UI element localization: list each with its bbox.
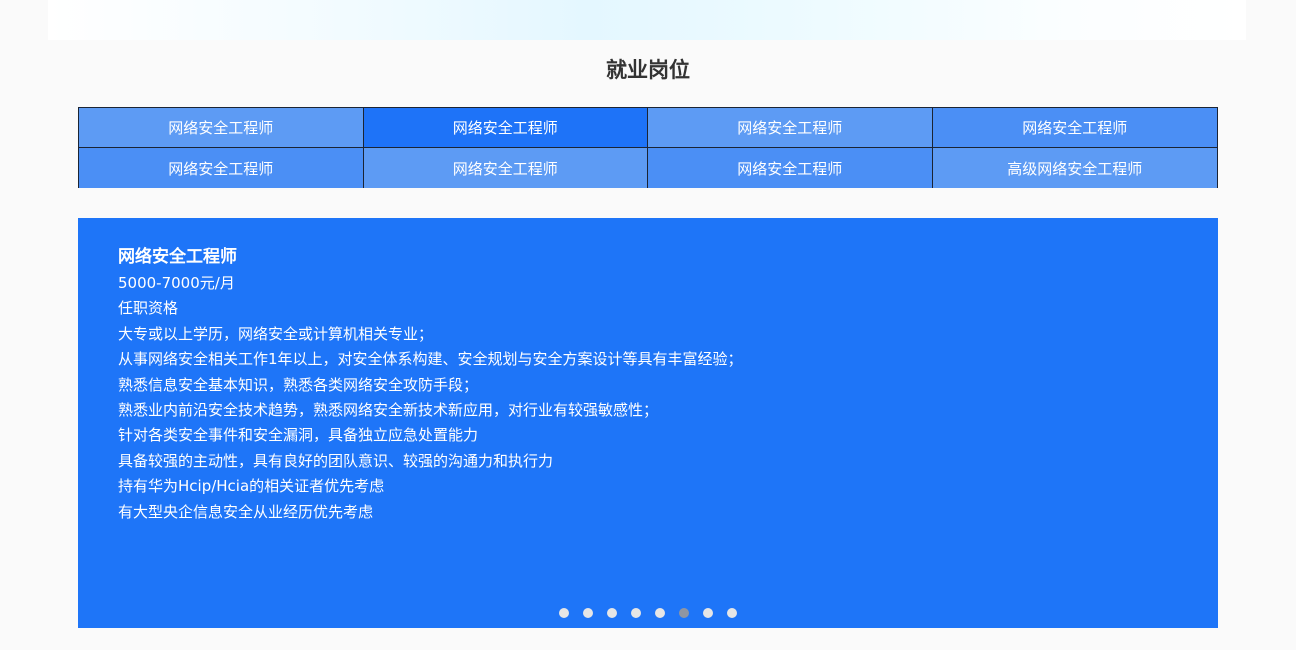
job-tab[interactable]: 网络安全工程师 [79,108,364,148]
job-tab-label: 网络安全工程师 [168,119,274,137]
job-tab-label: 网络安全工程师 [452,159,558,178]
carousel-dots [78,608,1218,618]
requirements-heading: 任职资格 [118,299,179,318]
carousel-dot[interactable] [559,608,569,618]
job-tab[interactable]: 网络安全工程师 [363,108,648,148]
job-tab[interactable]: 网络安全工程师 [648,148,933,188]
requirement-item: 从事网络安全相关工作1年以上，对安全体系构建、安全规划与安全方案设计等具有丰富经… [118,350,743,369]
job-salary: 5000-7000元/月 [118,274,235,292]
job-tab-label: 网络安全工程师 [168,159,274,178]
job-tab-label: 网络安全工程师 [1022,119,1128,137]
job-title: 网络安全工程师 [118,247,237,267]
job-tab-label: 网络安全工程师 [737,119,843,137]
job-tab[interactable]: 网络安全工程师 [932,108,1217,148]
job-detail-panel: 网络安全工程师 5000-7000元/月 任职资格 大专或以上学历，网络安全或计… [78,218,1218,628]
carousel-dot[interactable] [631,608,641,618]
carousel-dot[interactable] [703,608,713,618]
job-tab-label: 高级网络安全工程师 [1007,159,1143,178]
requirement-item: 具备较强的主动性，具有良好的团队意识、较强的沟通力和执行力 [118,451,554,470]
carousel-dot[interactable] [583,608,593,618]
top-banner [48,0,1246,40]
job-tab[interactable]: 网络安全工程师 [79,148,364,188]
carousel-dot[interactable] [607,608,617,618]
requirement-item: 大专或以上学历，网络安全或计算机相关专业； [118,324,434,343]
job-tabs: 网络安全工程师 网络安全工程师 网络安全工程师 网络安全工程师 网络安全工程师 … [78,107,1218,188]
job-tab[interactable]: 网络安全工程师 [648,108,933,148]
job-tab[interactable]: 网络安全工程师 [363,148,648,188]
job-tab-label: 网络安全工程师 [737,159,843,178]
job-tab-label: 网络安全工程师 [452,119,558,137]
requirement-item: 针对各类安全事件和安全漏洞，具备独立应急处置能力 [118,426,479,445]
requirement-item: 熟悉业内前沿安全技术趋势，熟悉网络安全新技术新应用，对行业有较强敏感性； [118,401,659,420]
carousel-dot[interactable] [679,608,689,618]
carousel-dot[interactable] [655,608,665,618]
requirement-item: 持有华为Hcip/Hcia的相关证者优先考虑 [118,477,385,496]
requirement-item: 有大型央企信息安全从业经历优先考虑 [118,502,374,521]
carousel-dot[interactable] [727,608,737,618]
job-tab[interactable]: 高级网络安全工程师 [932,148,1217,188]
requirement-item: 熟悉信息安全基本知识，熟悉各类网络安全攻防手段； [118,375,479,394]
section-title: 就业岗位 [606,58,690,82]
